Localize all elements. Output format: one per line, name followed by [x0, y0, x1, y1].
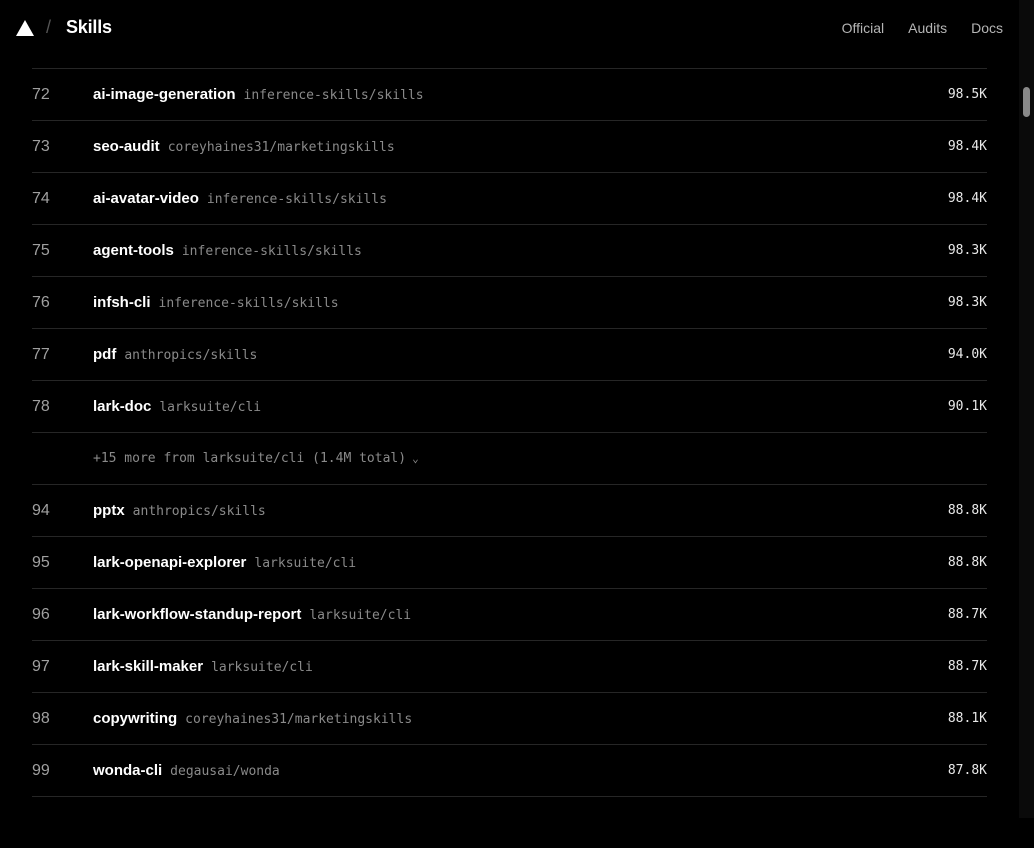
- scrollbar[interactable]: [1019, 0, 1034, 818]
- install-count: 88.1K: [947, 711, 987, 726]
- skill-name[interactable]: lark-workflow-standup-report larksuite/cl…: [93, 606, 411, 623]
- install-count: 98.3K: [947, 243, 987, 258]
- skill-repo: larksuite/cli: [211, 660, 313, 675]
- list-item[interactable]: 76 infsh-cli inference-skills/skills 98.3…: [32, 276, 987, 328]
- install-count: 88.8K: [947, 503, 987, 518]
- show-more-link[interactable]: +15 more from larksuite/cli (1.4M total)…: [93, 451, 419, 466]
- skill-repo: larksuite/cli: [254, 556, 357, 571]
- skill-repo: inference-skills/skills: [243, 88, 424, 103]
- skill-repo: inference-skills/skills: [206, 192, 387, 207]
- install-count: 98.3K: [947, 295, 987, 310]
- list-item[interactable]: 98 copywriting coreyhaines31/marketingski…: [32, 692, 987, 744]
- list-item[interactable]: 75 agent-tools inference-skills/skills 98…: [32, 224, 987, 276]
- skill-name[interactable]: lark-openapi-explorer larksuite/cli: [93, 554, 356, 571]
- skill-repo: inference-skills/skills: [181, 244, 362, 259]
- install-count: 88.8K: [947, 555, 987, 570]
- install-count: 98.5K: [947, 87, 987, 102]
- list-item[interactable]: 73 seo-audit coreyhaines31/marketingskill…: [32, 120, 987, 172]
- install-count: 88.7K: [947, 659, 987, 674]
- skill-repo: anthropics/skills: [132, 504, 266, 519]
- top-header: / Skills Official Audits Docs: [0, 0, 1019, 56]
- rank-number: 78: [32, 398, 50, 415]
- skills-list: 72 ai-image-generation inference-skills/s…: [32, 68, 987, 848]
- triangle-logo-icon[interactable]: [16, 20, 34, 36]
- nav-link-official[interactable]: Official: [842, 20, 885, 36]
- rank-number: 73: [32, 138, 50, 155]
- list-item[interactable]: 96 lark-workflow-standup-report larksuite…: [32, 588, 987, 640]
- skill-repo: coreyhaines31/marketingskills: [185, 712, 413, 727]
- skill-repo: anthropics/skills: [124, 348, 258, 363]
- skill-name[interactable]: copywriting coreyhaines31/marketingskills: [93, 710, 412, 727]
- skill-name[interactable]: lark-doc larksuite/cli: [93, 398, 261, 415]
- install-count: 94.0K: [947, 347, 987, 362]
- skill-name[interactable]: agent-tools inference-skills/skills: [93, 242, 362, 259]
- skill-name[interactable]: pptx anthropics/skills: [93, 502, 266, 519]
- rank-number: 76: [32, 294, 50, 311]
- skill-repo: larksuite/cli: [159, 400, 262, 415]
- skill-repo: coreyhaines31/marketingskills: [167, 140, 395, 155]
- list-item-partial[interactable]: [32, 796, 987, 848]
- list-item[interactable]: 97 lark-skill-maker larksuite/cli 88.7K: [32, 640, 987, 692]
- list-item[interactable]: 74 ai-avatar-video inference-skills/skill…: [32, 172, 987, 224]
- rank-number: 94: [32, 502, 50, 519]
- list-item[interactable]: 99 wonda-cli degausai/wonda 87.8K: [32, 744, 987, 796]
- rank-number: 99: [32, 762, 50, 779]
- install-count: 90.1K: [947, 399, 987, 414]
- skill-name[interactable]: ai-image-generation inference-skills/skil…: [93, 86, 424, 103]
- list-item[interactable]: 94 pptx anthropics/skills 88.8K: [32, 484, 987, 536]
- install-count: 98.4K: [947, 139, 987, 154]
- rank-number: 75: [32, 242, 50, 259]
- scrollbar-thumb[interactable]: [1023, 87, 1030, 117]
- rank-number: 74: [32, 190, 50, 207]
- install-count: 98.4K: [947, 191, 987, 206]
- skill-name[interactable]: lark-skill-maker larksuite/cli: [93, 658, 313, 675]
- skill-name[interactable]: ai-avatar-video inference-skills/skills: [93, 190, 387, 207]
- list-item[interactable]: 78 lark-doc larksuite/cli 90.1K: [32, 380, 987, 432]
- list-item[interactable]: 95 lark-openapi-explorer larksuite/cli 88…: [32, 536, 987, 588]
- breadcrumb-separator: /: [46, 17, 52, 37]
- install-count: 88.7K: [947, 607, 987, 622]
- page-title[interactable]: Skills: [66, 17, 112, 38]
- rank-number: 97: [32, 658, 50, 675]
- skill-name[interactable]: infsh-cli inference-skills/skills: [93, 294, 339, 311]
- install-count: 87.8K: [947, 763, 987, 778]
- skill-name[interactable]: pdf anthropics/skills: [93, 346, 257, 363]
- list-item[interactable]: 72 ai-image-generation inference-skills/s…: [32, 68, 987, 120]
- skill-repo: larksuite/cli: [309, 608, 412, 623]
- skill-repo: degausai/wonda: [170, 764, 280, 779]
- show-more-row[interactable]: +15 more from larksuite/cli (1.4M total)…: [32, 432, 987, 484]
- skill-name[interactable]: seo-audit coreyhaines31/marketingskills: [93, 138, 395, 155]
- skill-name[interactable]: wonda-cli degausai/wonda: [93, 762, 280, 779]
- rank-number: 95: [32, 554, 50, 571]
- rank-number: 72: [32, 86, 50, 103]
- top-nav: Official Audits Docs: [842, 20, 1003, 36]
- nav-link-audits[interactable]: Audits: [908, 20, 947, 36]
- chevron-down-icon: ⌄: [412, 452, 419, 465]
- rank-number: 98: [32, 710, 50, 727]
- skill-repo: inference-skills/skills: [158, 296, 339, 311]
- nav-link-docs[interactable]: Docs: [971, 20, 1003, 36]
- list-item[interactable]: 77 pdf anthropics/skills 94.0K: [32, 328, 987, 380]
- rank-number: 96: [32, 606, 50, 623]
- rank-number: 77: [32, 346, 50, 363]
